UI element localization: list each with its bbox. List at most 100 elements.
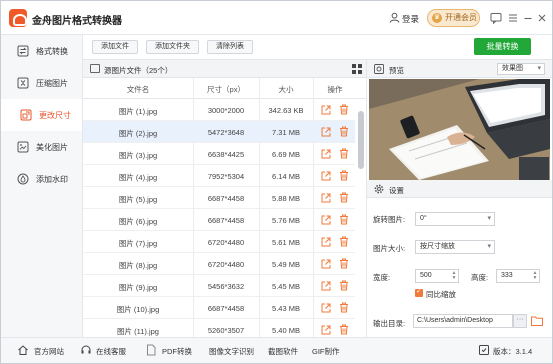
open-file-icon[interactable] [321, 105, 331, 115]
delete-icon[interactable] [339, 280, 349, 291]
table-row[interactable]: 图片 (3).jpg 6638*4425 6.69 MB [83, 143, 355, 165]
add-file-button[interactable]: 添加文件 [92, 40, 138, 54]
file-name-cell: 图片 (2).jpg [118, 129, 158, 138]
settings-header: 设置 [367, 180, 552, 198]
batch-convert-button[interactable]: 批量转换 [474, 38, 531, 55]
bottom-bar: 官方网站 在线客服 PDF转换 图像文字识别 截图软件 GIF制作 版本：3.1… [1, 337, 552, 363]
sidebar-item-format-convert[interactable]: 格式转换 [1, 35, 82, 67]
sidebar-item-label: 格式转换 [36, 47, 68, 56]
delete-icon[interactable] [339, 170, 349, 181]
gif-maker-link[interactable]: GIF制作 [312, 346, 340, 357]
open-folder-icon[interactable] [531, 316, 543, 326]
sidebar-item-label: 压缩图片 [36, 79, 68, 88]
file-name-cell: 图片 (7).jpg [118, 239, 158, 248]
open-file-icon[interactable] [321, 171, 331, 181]
open-file-icon[interactable] [321, 281, 331, 291]
file-name-cell: 图片 (8).jpg [118, 261, 158, 270]
open-file-icon[interactable] [321, 127, 331, 137]
vip-button[interactable]: ♛ 开通会员 [427, 9, 480, 27]
delete-icon[interactable] [339, 104, 349, 115]
app-window: 金舟图片格式转换器 登录 ♛ 开通会员 格式转换 压缩图片 更改尺寸 美化图片 … [0, 0, 553, 364]
beautify-icon [17, 141, 29, 153]
close-icon[interactable] [536, 12, 548, 24]
rotate-select[interactable]: 0° [415, 212, 495, 226]
file-name-cell: 图片 (5).jpg [118, 195, 158, 204]
dimensions-cell: 6687*4458 [207, 304, 245, 313]
convert-icon [17, 45, 29, 57]
open-file-icon[interactable] [321, 237, 331, 247]
official-site-link[interactable]: 官方网站 [34, 346, 64, 357]
height-value: 333 [501, 272, 513, 279]
preview-mode-select[interactable]: 效果图 [497, 63, 545, 75]
feedback-icon[interactable] [490, 12, 502, 24]
open-file-icon[interactable] [321, 215, 331, 225]
user-icon[interactable] [389, 12, 400, 23]
resize-mode-label: 图片大小: [373, 244, 406, 253]
delete-icon[interactable] [339, 214, 349, 225]
sidebar-item-compress[interactable]: 压缩图片 [1, 67, 82, 99]
file-list-title: 源图片文件（25个） [104, 66, 173, 75]
open-file-icon[interactable] [321, 303, 331, 313]
vip-button-label: 开通会员 [445, 13, 477, 22]
keep-ratio-label: 同比缩放 [426, 290, 456, 299]
open-file-icon[interactable] [321, 149, 331, 159]
height-input[interactable]: 333 ▲ ▼ [496, 269, 540, 283]
table-row[interactable]: 图片 (9).jpg 5456*3632 5.45 MB [83, 275, 355, 297]
browse-more-button[interactable]: ··· [513, 314, 527, 328]
output-dir-label: 输出目录: [373, 319, 406, 328]
delete-icon[interactable] [339, 302, 349, 313]
table-row[interactable]: 图片 (6).jpg 6687*4458 5.76 MB [83, 209, 355, 231]
app-logo-icon [9, 9, 27, 27]
file-size-cell: 5.43 MB [272, 304, 300, 313]
scrollbar-thumb[interactable] [358, 111, 364, 169]
login-link[interactable]: 登录 [402, 13, 419, 25]
height-stepper[interactable]: ▲ ▼ [532, 271, 538, 281]
open-file-icon[interactable] [321, 259, 331, 269]
clear-list-button[interactable]: 清除列表 [207, 40, 253, 54]
delete-icon[interactable] [339, 324, 349, 335]
pdf-convert-link[interactable]: PDF转换 [162, 346, 192, 357]
screenshot-software-link[interactable]: 截图软件 [268, 346, 298, 357]
online-support-link[interactable]: 在线客服 [96, 346, 126, 357]
ocr-link[interactable]: 图像文字识别 [209, 346, 254, 357]
output-path-field[interactable]: C:\Users\admin\Desktop [413, 314, 513, 328]
grid-view-icon[interactable] [352, 64, 362, 74]
open-file-icon[interactable] [321, 325, 331, 335]
delete-icon[interactable] [339, 236, 349, 247]
file-name-cell: 图片 (4).jpg [118, 173, 158, 182]
width-label: 宽度: [373, 273, 391, 282]
delete-icon[interactable] [339, 126, 349, 137]
table-row[interactable]: 图片 (5).jpg 6687*4458 5.88 MB [83, 187, 355, 209]
sidebar-item-watermark[interactable]: 添加水印 [1, 163, 82, 195]
delete-icon[interactable] [339, 148, 349, 159]
open-file-icon[interactable] [321, 193, 331, 203]
width-input[interactable]: 500 ▲ ▼ [415, 269, 459, 283]
table-row[interactable]: 图片 (7).jpg 6720*4480 5.61 MB [83, 231, 355, 253]
table-row[interactable]: 图片 (2).jpg 5472*3648 7.31 MB [83, 121, 355, 143]
add-folder-button[interactable]: 添加文件夹 [146, 40, 199, 54]
app-title: 金舟图片格式转换器 [32, 16, 122, 27]
resize-icon [20, 109, 32, 121]
file-name-cell: 图片 (6).jpg [118, 217, 158, 226]
file-name-cell: 图片 (1).jpg [118, 107, 158, 116]
sidebar-item-resize[interactable]: 更改尺寸 [1, 99, 82, 131]
table-row[interactable]: 图片 (11).jpg 5260*3507 5.40 MB [83, 319, 355, 337]
minimize-icon[interactable] [522, 12, 534, 24]
file-name-cell: 图片 (3).jpg [118, 151, 158, 160]
resize-mode-select[interactable]: 按尺寸缩放 [415, 240, 495, 254]
sidebar-item-beautify[interactable]: 美化图片 [1, 131, 82, 163]
width-stepper[interactable]: ▲ ▼ [451, 271, 457, 281]
file-list-scrollbar[interactable] [358, 99, 364, 335]
table-row[interactable]: 图片 (1).jpg 3000*2000 342.63 KB [83, 99, 355, 121]
table-row[interactable]: 图片 (8).jpg 6720*4480 5.49 MB [83, 253, 355, 275]
keep-ratio-checkbox[interactable] [415, 287, 423, 297]
dimensions-cell: 5260*3507 [207, 326, 245, 335]
menu-icon[interactable] [507, 12, 519, 24]
delete-icon[interactable] [339, 258, 349, 269]
file-size-cell: 342.63 KB [268, 106, 304, 115]
delete-icon[interactable] [339, 192, 349, 203]
table-row[interactable]: 图片 (10).jpg 6687*4458 5.43 MB [83, 297, 355, 319]
table-row[interactable]: 图片 (4).jpg 7952*5304 6.14 MB [83, 165, 355, 187]
preview-image [369, 79, 550, 180]
table-header: 文件名 尺寸（px） 大小 操作 [83, 78, 366, 99]
